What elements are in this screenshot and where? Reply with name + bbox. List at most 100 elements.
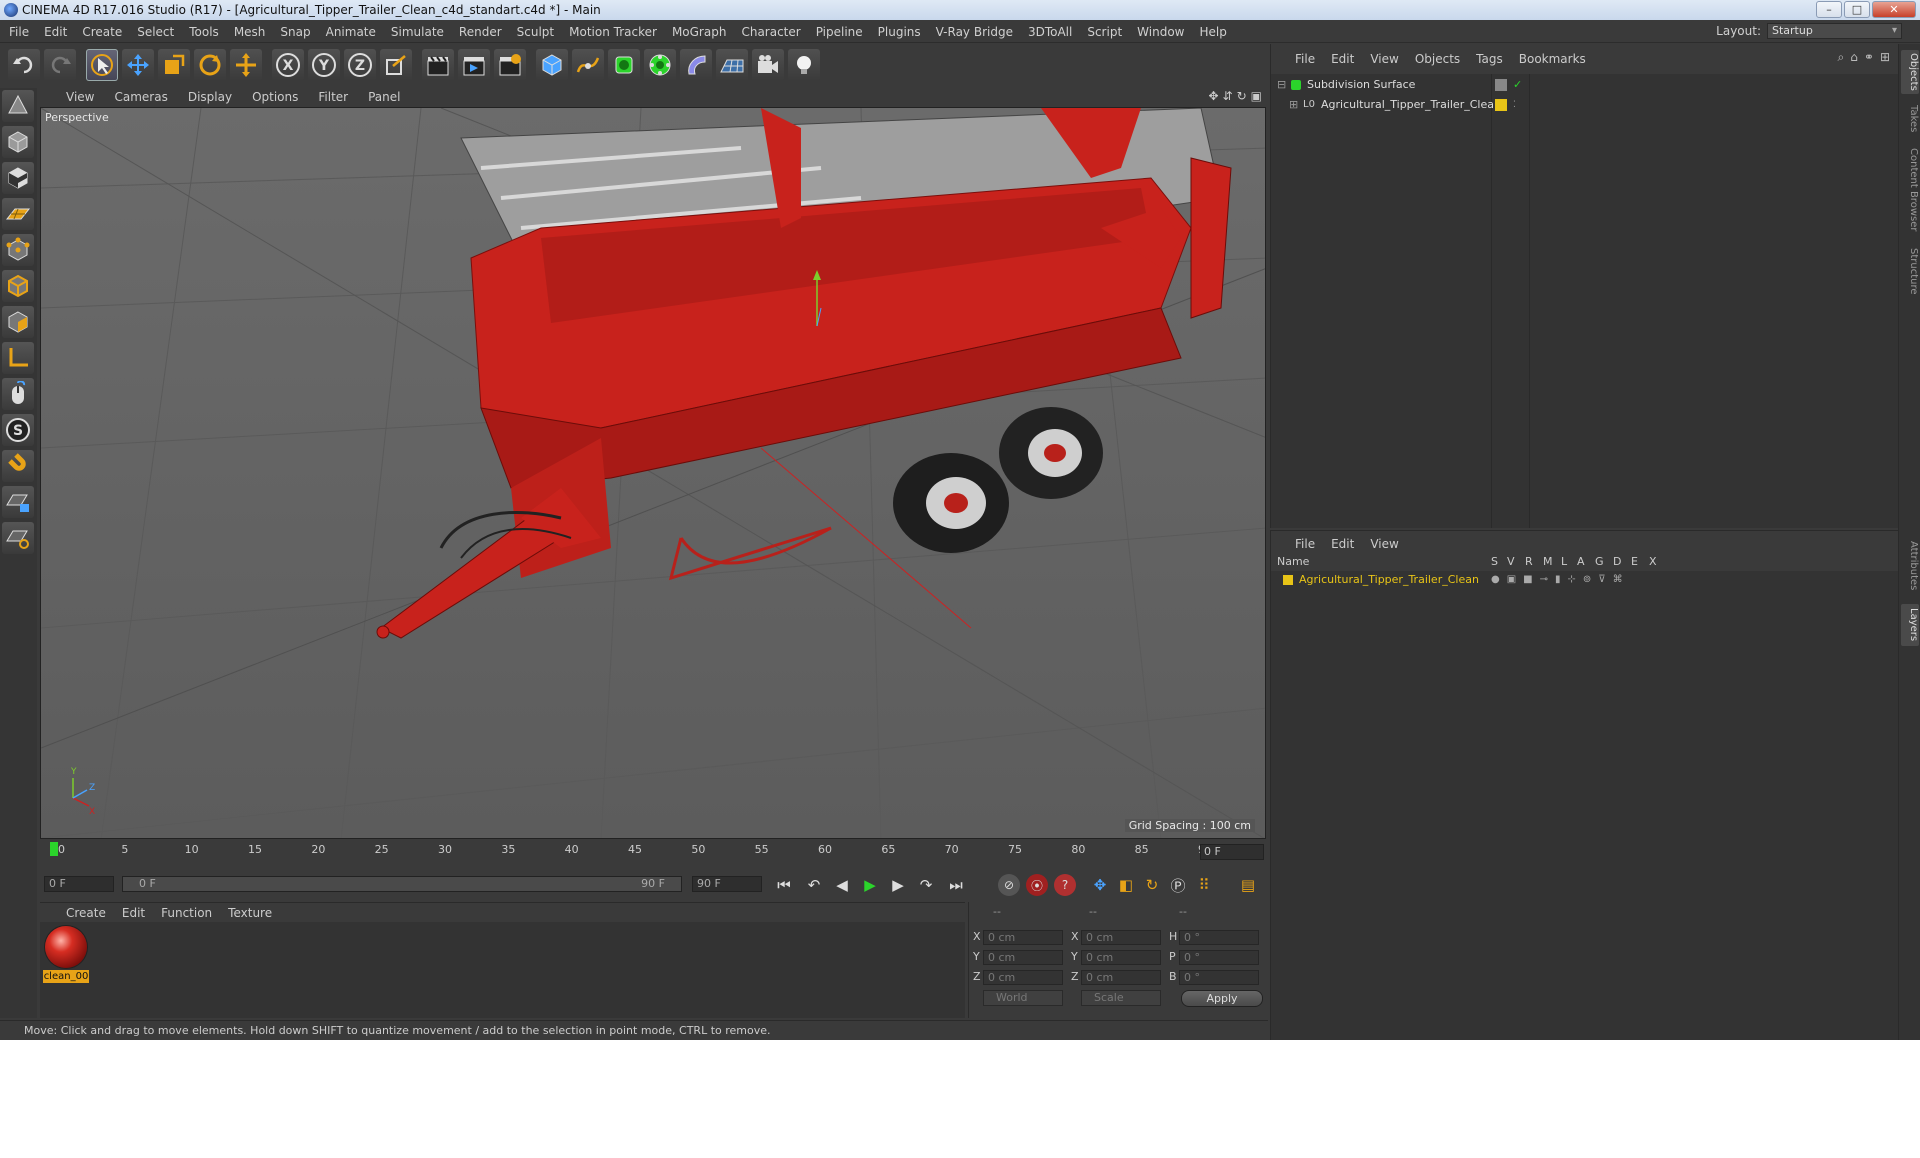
- timeline-window-button[interactable]: ▤: [1236, 873, 1260, 897]
- viewport-menu-cameras[interactable]: Cameras: [114, 90, 167, 104]
- tab-layers[interactable]: Layers: [1901, 604, 1919, 646]
- menu-3dtoall[interactable]: 3DToAll: [1028, 25, 1072, 39]
- rotate-tool-button[interactable]: [194, 49, 226, 81]
- tab-takes[interactable]: Takes: [1901, 102, 1919, 136]
- coordinate-system-button[interactable]: [380, 49, 412, 81]
- menu-help[interactable]: Help: [1199, 25, 1226, 39]
- edges-mode-button[interactable]: [2, 270, 34, 302]
- menu-animate[interactable]: Animate: [326, 25, 376, 39]
- object-row-subdivision-surface[interactable]: ⊟ Subdivision Surface ✓: [1271, 76, 1899, 94]
- new-window-icon[interactable]: ⊞: [1880, 50, 1890, 65]
- layout-select[interactable]: Startup: [1767, 23, 1902, 39]
- tab-objects[interactable]: Objects: [1901, 50, 1919, 94]
- tab-attributes[interactable]: Attributes: [1901, 536, 1919, 596]
- layers-menu-edit[interactable]: Edit: [1331, 537, 1354, 551]
- render-to-picture-viewer-button[interactable]: [458, 49, 490, 81]
- layer-row[interactable]: Agricultural_Tipper_Trailer_Clean ●▣■⊸▮⊹…: [1271, 571, 1899, 589]
- menu-script[interactable]: Script: [1087, 25, 1122, 39]
- goto-start-button[interactable]: ⏮: [772, 873, 796, 897]
- prev-key-button[interactable]: ↶: [802, 873, 826, 897]
- menu-motion-tracker[interactable]: Motion Tracker: [569, 25, 657, 39]
- end-frame-field[interactable]: 90 F: [692, 876, 762, 892]
- layer-color-icon[interactable]: [1283, 575, 1293, 585]
- layer-flag-icons[interactable]: ●▣■⊸▮⊹⊚⊽⌘: [1491, 571, 1630, 589]
- layers-menu-file[interactable]: File: [1295, 537, 1315, 551]
- key-scale-button[interactable]: ◧: [1114, 873, 1138, 897]
- material-menu-create[interactable]: Create: [66, 906, 106, 920]
- position-x-field[interactable]: 0 cm: [983, 930, 1063, 945]
- timeline-ruler[interactable]: 051015202530354045505560657075808590 0 F: [40, 840, 1266, 864]
- snapping-button[interactable]: S: [2, 414, 34, 446]
- objects-menu-tags[interactable]: Tags: [1476, 52, 1503, 66]
- tweak-mode-button[interactable]: [2, 378, 34, 410]
- objects-menu-view[interactable]: View: [1370, 52, 1398, 66]
- texture-mode-button[interactable]: [2, 162, 34, 194]
- menu-file[interactable]: File: [9, 25, 29, 39]
- menu-vray-bridge[interactable]: V-Ray Bridge: [936, 25, 1013, 39]
- points-mode-button[interactable]: [2, 234, 34, 266]
- goto-end-button[interactable]: ⏭: [944, 873, 968, 897]
- apply-button[interactable]: Apply: [1181, 990, 1263, 1007]
- minimize-button[interactable]: –: [1816, 1, 1842, 18]
- link-icon[interactable]: ⚭: [1864, 50, 1874, 65]
- expand-icon[interactable]: ⊞: [1289, 96, 1298, 114]
- magnet-tool-button[interactable]: [2, 450, 34, 482]
- frame-range-slider[interactable]: 0 F 90 F: [122, 876, 682, 892]
- key-rotation-button[interactable]: ↻: [1140, 873, 1164, 897]
- visibility-dots-icon[interactable]: ⁚: [1513, 96, 1516, 114]
- undo-button[interactable]: [8, 49, 40, 81]
- z-axis-lock-button[interactable]: Z: [344, 49, 376, 81]
- render-view-button[interactable]: [422, 49, 454, 81]
- menu-character[interactable]: Character: [741, 25, 800, 39]
- menu-snap[interactable]: Snap: [280, 25, 310, 39]
- position-z-field[interactable]: 0 cm: [983, 970, 1063, 985]
- current-frame-field[interactable]: 0 F: [1200, 844, 1264, 860]
- material-menu-edit[interactable]: Edit: [122, 906, 145, 920]
- add-scene-button[interactable]: [716, 49, 748, 81]
- add-mograph-button[interactable]: [644, 49, 676, 81]
- autokey-button[interactable]: ?: [1054, 874, 1076, 896]
- orbit-icon[interactable]: ↻: [1237, 89, 1247, 103]
- close-button[interactable]: ✕: [1872, 1, 1916, 18]
- planar-workplane-button[interactable]: [2, 522, 34, 554]
- home-icon[interactable]: ⌂: [1850, 50, 1858, 65]
- key-parameter-button[interactable]: Ⓟ: [1166, 873, 1190, 897]
- y-axis-lock-button[interactable]: Y: [308, 49, 340, 81]
- pan-icon[interactable]: ✥: [1208, 89, 1218, 103]
- size-x-field[interactable]: 0 cm: [1081, 930, 1161, 945]
- x-axis-lock-button[interactable]: X: [272, 49, 304, 81]
- render-settings-button[interactable]: [494, 49, 526, 81]
- add-deformer-button[interactable]: [680, 49, 712, 81]
- menu-render[interactable]: Render: [459, 25, 502, 39]
- add-nurbs-button[interactable]: [608, 49, 640, 81]
- menu-pipeline[interactable]: Pipeline: [816, 25, 863, 39]
- menu-sculpt[interactable]: Sculpt: [517, 25, 554, 39]
- menu-mograph[interactable]: MoGraph: [672, 25, 727, 39]
- live-selection-button[interactable]: [86, 49, 118, 81]
- menu-plugins[interactable]: Plugins: [878, 25, 921, 39]
- make-editable-button[interactable]: [2, 90, 34, 122]
- next-frame-button[interactable]: ▶: [886, 873, 910, 897]
- dolly-icon[interactable]: ⇵: [1223, 89, 1233, 103]
- position-y-field[interactable]: 0 cm: [983, 950, 1063, 965]
- key-pla-button[interactable]: ⠿: [1192, 873, 1216, 897]
- menu-mesh[interactable]: Mesh: [234, 25, 266, 39]
- objects-menu-file[interactable]: File: [1295, 52, 1315, 66]
- move-tool-button[interactable]: [122, 49, 154, 81]
- viewport-menu-options[interactable]: Options: [252, 90, 298, 104]
- menu-tools[interactable]: Tools: [189, 25, 219, 39]
- keyframe-selection-button[interactable]: ⊘: [998, 874, 1020, 896]
- rotation-p-field[interactable]: 0 °: [1179, 950, 1259, 965]
- coordinate-mode-select[interactable]: World: [983, 990, 1063, 1006]
- tab-structure[interactable]: Structure: [1901, 244, 1919, 298]
- viewport-menu-view[interactable]: View: [66, 90, 94, 104]
- enabled-check-icon[interactable]: ✓: [1513, 76, 1522, 94]
- material-menu-texture[interactable]: Texture: [228, 906, 272, 920]
- search-icon[interactable]: ⌕: [1838, 50, 1845, 65]
- locked-workplane-button[interactable]: [2, 486, 34, 518]
- size-mode-select[interactable]: Scale: [1081, 990, 1161, 1006]
- redo-button[interactable]: [44, 49, 76, 81]
- menu-edit[interactable]: Edit: [44, 25, 67, 39]
- layer-color-swatch[interactable]: [1495, 99, 1507, 111]
- tab-content-browser[interactable]: Content Browser: [1901, 144, 1919, 236]
